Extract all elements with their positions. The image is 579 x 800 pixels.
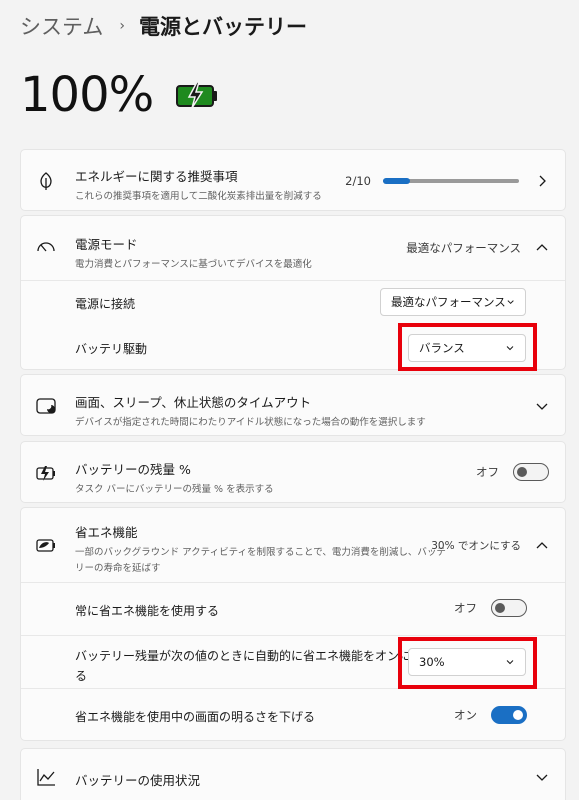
battery-saver-icon [36,466,55,481]
energy-progress-fill [383,178,411,184]
toggle-knob [513,709,523,720]
battery-charging-icon [176,81,218,109]
energy-saver-card: 省エネ機能 一部のバックグラウンド アクティビティを制限することで、電力消費を削… [20,507,566,741]
breadcrumb-separator: › [119,18,125,34]
plugged-in-mode-dropdown[interactable]: 最適なパフォーマンス [380,288,526,316]
power-mode-title: 電源モード [75,237,138,252]
chevron-down-icon [536,774,548,781]
dim-screen-label: 省エネ機能を使用中の画面の明るさを下げる [75,710,316,724]
dim-screen-state: オン [454,708,477,722]
energy-progress-text: 2/10 [345,174,371,188]
battery-percentage-state: オフ [476,465,499,479]
energy-saver-title: 省エネ機能 [75,525,138,540]
highlight-box-energy-saver-threshold [398,637,537,689]
energy-saver-subtitle-line2: リーの寿命を延ばす [75,563,161,574]
power-mode-subtitle: 電力消費とパフォーマンスに基づいてデバイスを最適化 [75,259,312,270]
plugged-in-label: 電源に接続 [75,297,136,311]
energy-saver-subtitle-line1: 一部のバックグラウンド アクティビティを制限することで、電力消費を削減し、バッテ [75,547,446,558]
energy-saver-status: 30% でオンにする [431,540,521,552]
breadcrumb: システム › 電源とバッテリー [20,8,307,44]
screen-sleep-card[interactable]: 画面、スリープ、休止状態のタイムアウト デバイスが指定された時間にわたりアイドル… [20,374,566,436]
divider [21,280,565,281]
plugged-in-mode-value: 最適なパフォーマンス [391,295,506,309]
always-energy-saver-state: オフ [454,601,477,615]
chevron-right-icon [539,175,546,187]
chevron-down-icon [536,403,548,410]
line-chart-icon [37,769,55,786]
auto-energy-saver-label-line2: る [75,669,88,683]
chevron-down-icon [507,300,514,305]
battery-percentage-card: バッテリーの残量 % タスク バーにバッテリーの残量 % を表示する オフ [20,441,566,503]
on-battery-label: バッテリ駆動 [75,342,148,356]
breadcrumb-system-link[interactable]: システム [20,11,103,41]
battery-usage-title: バッテリーの使用状況 [75,773,201,788]
page-title: 電源とバッテリー [138,15,307,39]
screen-sleep-title: 画面、スリープ、休止状態のタイムアウト [75,395,312,410]
auto-energy-saver-label: バッテリー残量が次の値のときに自動的に省エネ機能をオンにす る [75,647,423,684]
chevron-up-icon [536,244,548,251]
battery-usage-card[interactable]: バッテリーの使用状況 [20,748,566,800]
leaf-icon [40,172,52,190]
divider [21,635,565,636]
battery-percentage-toggle[interactable] [513,463,549,481]
battery-status: 100% [20,64,219,126]
power-mode-current: 最適なパフォーマンス [406,241,521,255]
energy-recommendations-title: エネルギーに関する推奨事項 [75,169,238,184]
energy-recommendations-subtitle: これらの推奨事項を適用して二酸化炭素排出量を削減する [75,191,322,202]
energy-saver-icon [36,539,55,552]
power-mode-header[interactable]: 電源モード 電力消費とパフォーマンスに基づいてデバイスを最適化 最適なパフォーマ… [21,216,565,276]
battery-percent: 100% [20,67,154,123]
toggle-knob [495,602,505,613]
always-energy-saver-toggle[interactable] [491,599,527,617]
energy-recommendations-card[interactable]: エネルギーに関する推奨事項 これらの推奨事項を適用して二酸化炭素排出量を削減する… [20,149,566,211]
highlight-box-battery-mode [398,323,537,371]
toggle-knob [517,466,527,477]
battery-percentage-subtitle: タスク バーにバッテリーの残量 % を表示する [75,484,274,495]
screen-sleep-icon [36,398,56,414]
screen-sleep-subtitle: デバイスが指定された時間にわたりアイドル状態になった場合の動作を選択します [75,417,426,428]
gauge-icon [37,242,55,252]
auto-energy-saver-label-line1: バッテリー残量が次の値のときに自動的に省エネ機能をオンにす [75,649,424,663]
always-energy-saver-label: 常に省エネ機能を使用する [75,604,220,618]
energy-progress-bar [383,178,519,184]
energy-saver-header[interactable]: 省エネ機能 一部のバックグラウンド アクティビティを制限することで、電力消費を削… [21,508,565,580]
dim-screen-toggle[interactable] [491,706,527,724]
battery-percentage-title: バッテリーの残量 % [75,462,191,477]
chevron-up-icon [536,541,548,548]
divider [21,582,565,583]
